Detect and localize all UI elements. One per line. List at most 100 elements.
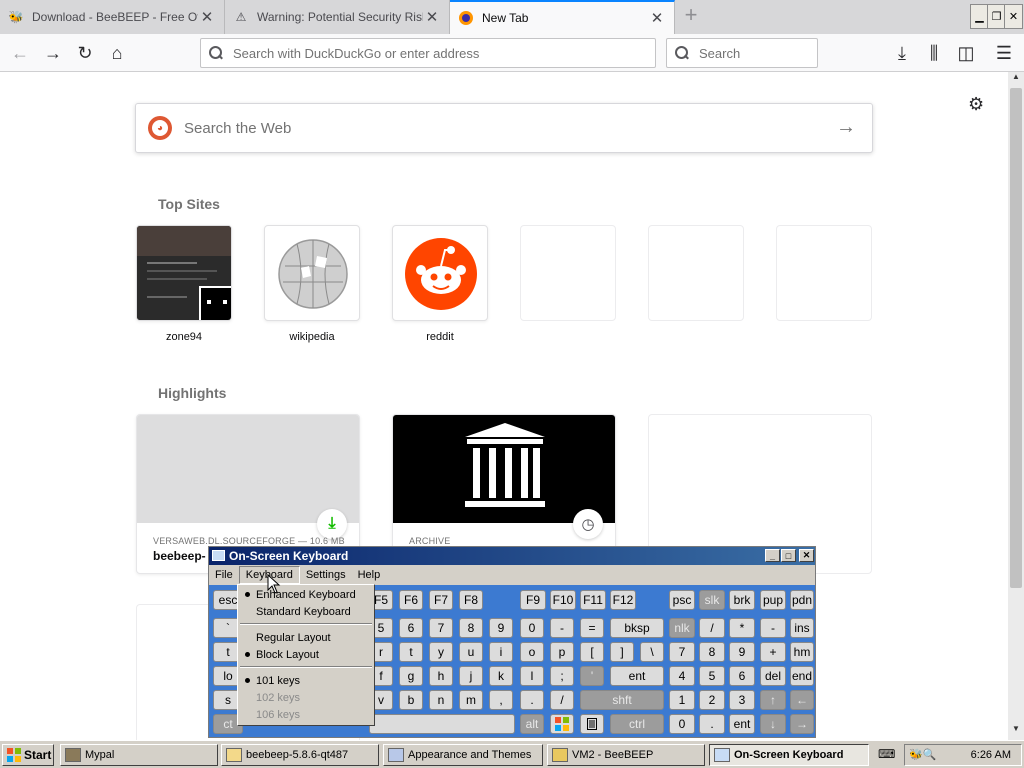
key-0[interactable]: 0 — [520, 618, 544, 638]
page-scrollbar[interactable]: ▲ ▼ — [1008, 72, 1024, 740]
close-tab-icon[interactable]: ✕ — [423, 8, 441, 26]
taskbar-item-on-screen-keyboard[interactable]: On-Screen Keyboard — [709, 744, 869, 766]
key-numpad-minus[interactable]: - — [760, 618, 786, 638]
osk-maximize-button[interactable]: □ — [781, 549, 796, 562]
language-bar-icon[interactable]: ⌨ — [878, 747, 898, 763]
key-n[interactable]: n — [429, 690, 453, 710]
taskbar-item-appearance[interactable]: Appearance and Themes — [383, 744, 543, 766]
key-numpad-8[interactable]: 8 — [699, 642, 725, 662]
top-site-empty[interactable] — [520, 225, 616, 321]
key-t[interactable]: t — [399, 642, 423, 662]
key-period[interactable]: . — [520, 690, 544, 710]
key-multiply[interactable]: * — [729, 618, 755, 638]
gear-icon[interactable]: ⚙ — [968, 94, 984, 115]
close-window-button[interactable]: ✕ — [1004, 4, 1023, 29]
tab-beebeep-download[interactable]: 🐝 Download - BeeBEEP - Free Office ✕ — [0, 0, 225, 34]
key-home[interactable]: hm — [790, 642, 814, 662]
tab-new-tab[interactable]: New Tab ✕ — [450, 0, 675, 34]
key-comma[interactable]: , — [489, 690, 513, 710]
key-k[interactable]: k — [489, 666, 513, 686]
tab-security-warning[interactable]: ⚠ Warning: Potential Security Risk A ✕ — [225, 0, 450, 34]
reload-icon[interactable]: ↻ — [71, 39, 99, 67]
key-9[interactable]: 9 — [489, 618, 513, 638]
key-g[interactable]: g — [399, 666, 423, 686]
key-f8[interactable]: F8 — [459, 590, 483, 610]
key-f10[interactable]: F10 — [550, 590, 576, 610]
url-bar[interactable]: Search with DuckDuckGo or enter address — [200, 38, 656, 68]
key-minus[interactable]: - — [550, 618, 574, 638]
menu-item-enhanced-keyboard[interactable]: Enhanced Keyboard — [238, 586, 374, 603]
key-end[interactable]: end — [790, 666, 814, 686]
key-ins[interactable]: ins — [790, 618, 814, 638]
top-site-wikipedia[interactable] — [264, 225, 360, 321]
key-ctrl-right[interactable]: ctrl — [610, 714, 664, 734]
key-numpad-4[interactable]: 4 — [669, 666, 695, 686]
forward-icon[interactable]: → — [39, 39, 67, 67]
key-numpad-1[interactable]: 1 — [669, 690, 695, 710]
key-f7[interactable]: F7 — [429, 590, 453, 610]
osk-minimize-button[interactable]: _ — [765, 549, 780, 562]
key-pup[interactable]: pup — [760, 590, 786, 610]
new-tab-button[interactable]: + — [680, 4, 702, 28]
key-bksp[interactable]: bksp — [610, 618, 664, 638]
key-numpad-period[interactable]: . — [699, 714, 725, 734]
arrow-right-icon[interactable]: → — [836, 116, 856, 139]
key-quote[interactable]: ' — [580, 666, 604, 686]
tray-icons[interactable]: 🐝🔍 — [909, 748, 936, 761]
key-equals[interactable]: = — [580, 618, 604, 638]
taskbar-item-beebeep-folder[interactable]: beebeep-5.8.6-qt487 — [221, 744, 379, 766]
close-tab-icon[interactable]: ✕ — [648, 9, 666, 27]
web-search-box[interactable]: ◕ Search the Web → — [135, 103, 873, 153]
key-j[interactable]: j — [459, 666, 483, 686]
back-icon[interactable]: ← — [6, 39, 34, 67]
menu-help[interactable]: Help — [352, 567, 387, 583]
key-i[interactable]: i — [489, 642, 513, 662]
key-slash[interactable]: / — [550, 690, 574, 710]
key-pdn[interactable]: pdn — [790, 590, 814, 610]
key-u[interactable]: u — [459, 642, 483, 662]
key-numpad-2[interactable]: 2 — [699, 690, 725, 710]
key-f11[interactable]: F11 — [580, 590, 606, 610]
key-close-bracket[interactable]: ] — [610, 642, 634, 662]
osk-close-button[interactable]: ✕ — [799, 549, 814, 562]
top-site-reddit[interactable] — [392, 225, 488, 321]
key-numpad-9[interactable]: 9 — [729, 642, 755, 662]
scroll-down-arrow[interactable]: ▼ — [1010, 724, 1022, 738]
top-site-empty[interactable] — [648, 225, 744, 321]
start-button[interactable]: Start — [2, 744, 54, 766]
scrollbar-thumb[interactable] — [1010, 88, 1022, 588]
key-space[interactable] — [369, 714, 515, 734]
top-site-zone94[interactable] — [136, 225, 232, 321]
search-bar[interactable]: Search — [666, 38, 818, 68]
osk-title-bar[interactable]: On-Screen Keyboard _ □ ✕ — [209, 547, 815, 565]
home-icon[interactable]: ⌂ — [103, 39, 131, 67]
key-8[interactable]: 8 — [459, 618, 483, 638]
key-f6[interactable]: F6 — [399, 590, 423, 610]
menu-file[interactable]: File — [209, 567, 239, 583]
taskbar-item-vm2-beebeep[interactable]: VM2 - BeeBEEP — [547, 744, 705, 766]
key-nlk[interactable]: nlk — [669, 618, 695, 638]
key-enter[interactable]: ent — [610, 666, 664, 686]
key-arrow-down[interactable]: ↓ — [760, 714, 786, 734]
key-o[interactable]: o — [520, 642, 544, 662]
key-del[interactable]: del — [760, 666, 786, 686]
key-numpad-0[interactable]: 0 — [669, 714, 695, 734]
key-shift-right[interactable]: shft — [580, 690, 664, 710]
library-icon[interactable]: ⫼ — [920, 39, 948, 67]
key-numpad-5[interactable]: 5 — [699, 666, 725, 686]
menu-item-regular-layout[interactable]: Regular Layout — [238, 629, 374, 646]
key-numpad-3[interactable]: 3 — [729, 690, 755, 710]
key-b[interactable]: b — [399, 690, 423, 710]
sidebar-icon[interactable]: ◫ — [952, 39, 980, 67]
key-f12[interactable]: F12 — [610, 590, 636, 610]
key-6[interactable]: 6 — [399, 618, 423, 638]
key-psc[interactable]: psc — [669, 590, 695, 610]
menu-item-101-keys[interactable]: 101 keys — [238, 672, 374, 689]
menu-settings[interactable]: Settings — [300, 567, 352, 583]
key-h[interactable]: h — [429, 666, 453, 686]
key-brk[interactable]: brk — [729, 590, 755, 610]
close-tab-icon[interactable]: ✕ — [198, 8, 216, 26]
key-semicolon[interactable]: ; — [550, 666, 574, 686]
key-divide[interactable]: / — [699, 618, 725, 638]
key-arrow-up[interactable]: ↑ — [760, 690, 786, 710]
